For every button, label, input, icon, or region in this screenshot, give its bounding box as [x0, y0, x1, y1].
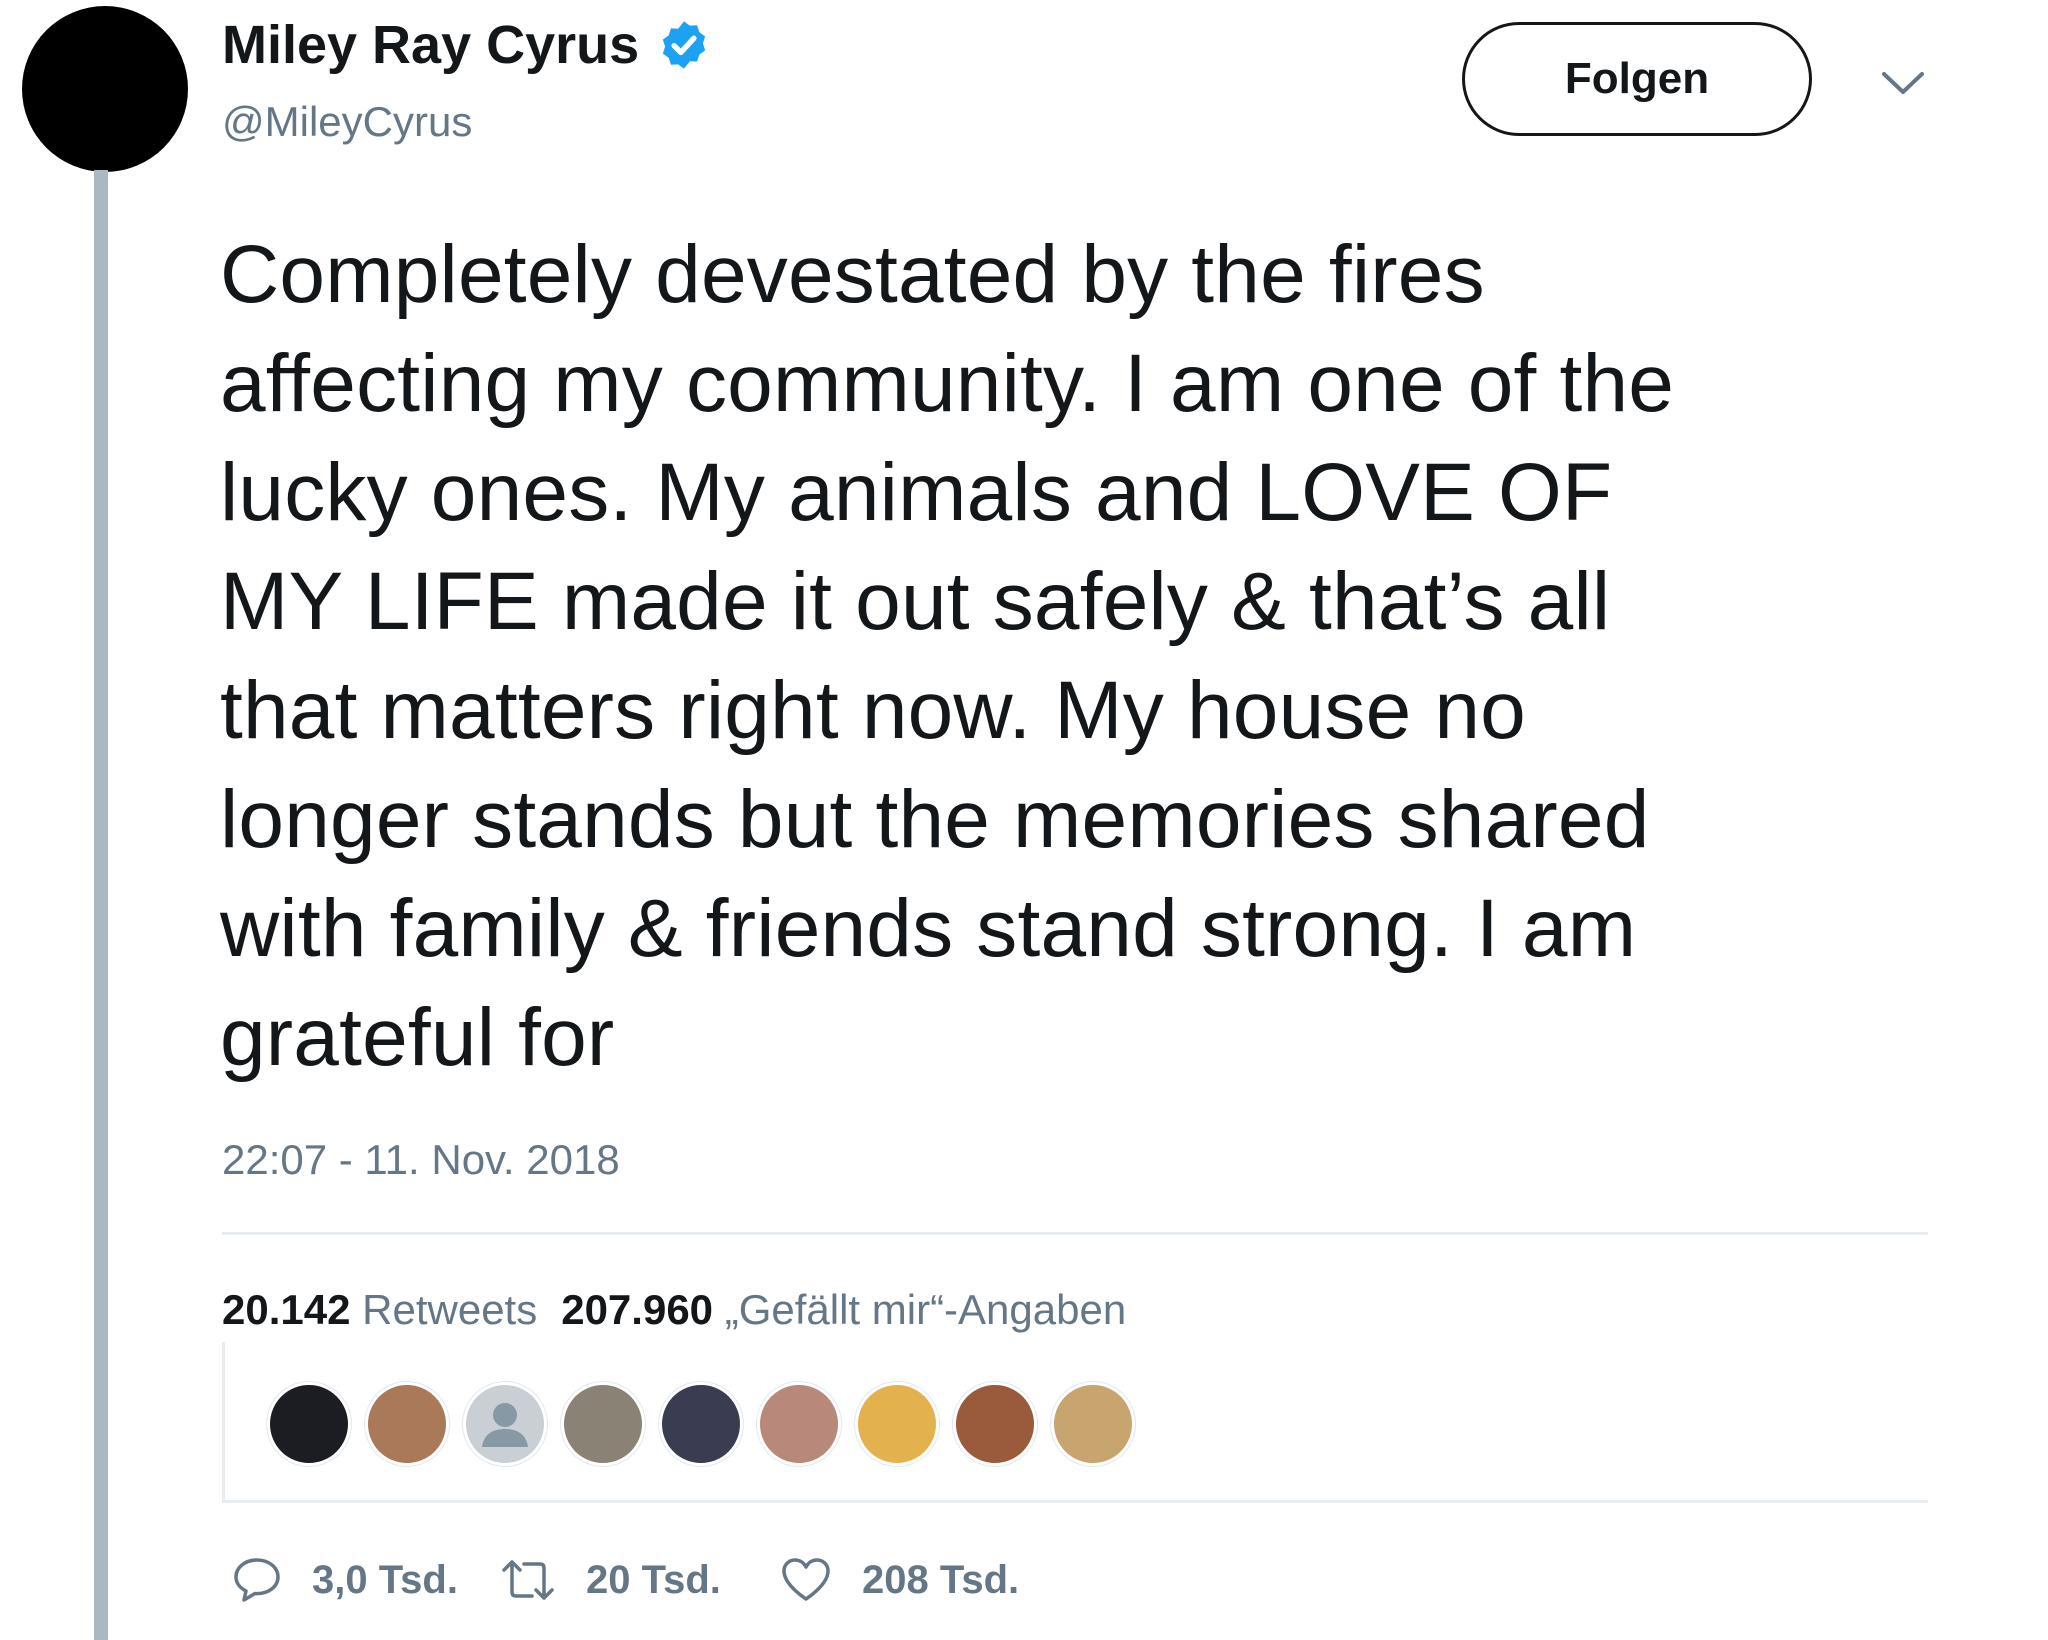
liker-avatar[interactable] — [659, 1382, 743, 1466]
tweet-stats: 20.142 Retweets 207.960 „Gefällt mir“-Ang… — [222, 1286, 1126, 1334]
divider — [222, 1500, 1928, 1503]
default-person-icon — [482, 1403, 528, 1447]
liker-avatar[interactable] — [463, 1382, 547, 1466]
tweet-text: Completely devestated by the fires affec… — [220, 229, 1675, 1083]
tweet-timestamp[interactable]: 22:07 - 11. Nov. 2018 — [222, 1136, 620, 1184]
liker-avatar[interactable] — [757, 1382, 841, 1466]
follow-button[interactable]: Folgen — [1462, 22, 1812, 136]
liker-avatar[interactable] — [953, 1382, 1037, 1466]
retweet-count[interactable]: 20.142 — [222, 1286, 350, 1333]
like-count[interactable]: 207.960 — [561, 1286, 713, 1333]
liker-avatar[interactable] — [267, 1382, 351, 1466]
reply-icon — [234, 1558, 280, 1602]
thread-line — [94, 170, 108, 1640]
like-action-count: 208 Tsd. — [862, 1557, 1020, 1602]
author-handle[interactable]: @MileyCyrus — [222, 98, 472, 146]
author-name[interactable]: Miley Ray Cyrus — [222, 14, 711, 76]
heart-icon — [782, 1558, 830, 1601]
chevron-down-icon[interactable] — [1880, 68, 1926, 98]
retweet-action-count: 20 Tsd. — [586, 1557, 721, 1602]
liker-avatar[interactable] — [561, 1382, 645, 1466]
reply-action[interactable]: 3,0 Tsd. — [232, 1540, 458, 1620]
like-action[interactable]: 208 Tsd. — [780, 1540, 1019, 1620]
retweet-action[interactable]: 20 Tsd. — [500, 1540, 721, 1620]
retweet-label[interactable]: Retweets — [362, 1286, 537, 1333]
liker-avatars — [222, 1342, 1928, 1502]
like-label[interactable]: „Gefällt mir“-Angaben — [725, 1286, 1126, 1333]
liker-avatar[interactable] — [1051, 1382, 1135, 1466]
reply-count: 3,0 Tsd. — [312, 1557, 458, 1602]
author-name-text: Miley Ray Cyrus — [222, 15, 640, 75]
liker-avatar[interactable] — [365, 1382, 449, 1466]
liker-avatar[interactable] — [855, 1382, 939, 1466]
divider — [222, 1232, 1928, 1235]
author-avatar[interactable] — [22, 6, 188, 172]
retweet-icon — [502, 1560, 554, 1600]
tweet-actions: 3,0 Tsd. 20 Tsd. 208 Tsd. — [222, 1540, 1422, 1620]
verified-badge-icon — [663, 21, 706, 69]
